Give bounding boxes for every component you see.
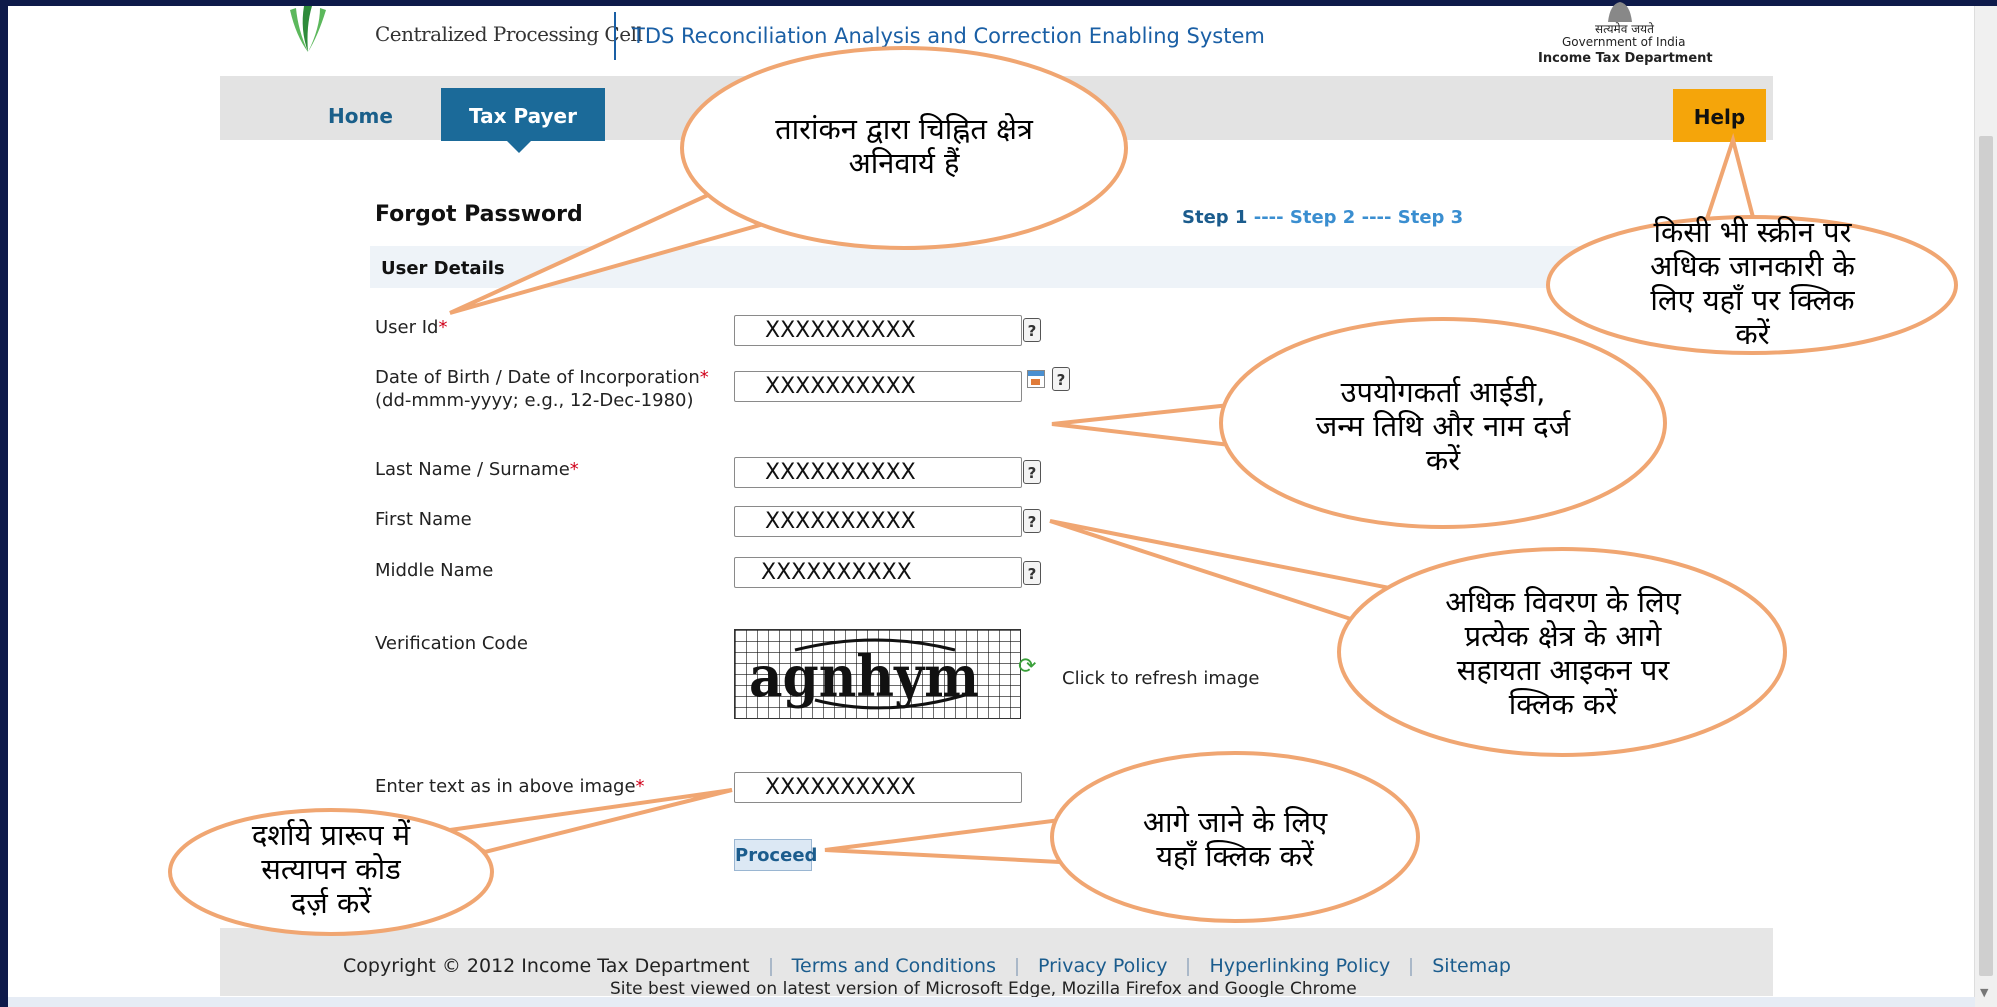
mandatory-callout-tail: [449, 192, 766, 315]
details-callout-tail: [1051, 402, 1232, 448]
help-callout-tail: [1702, 132, 1758, 227]
help-icon-callout-text: अधिक विवरण के लिए प्रत्येक क्षेत्र के आगे…: [1445, 585, 1681, 721]
mandatory-callout-text: तारांकन द्वारा चिह्नित क्षेत्र अनिवार्य ह…: [775, 112, 1033, 180]
proceed-callout-text: आगे जाने के लिए यहाँ क्लिक करें: [1142, 805, 1328, 873]
captcha-callout-text: दर्शाये प्रारूप में सत्यापन कोड दर्ज़ करें: [251, 818, 411, 920]
details-callout-text: उपयोगकर्ता आईडी, जन्म तिथि और नाम दर्ज करे…: [1315, 375, 1571, 477]
help-icon-callout-tail: [1049, 519, 1416, 625]
captcha-callout-tail: [444, 788, 733, 855]
help-callout-text: किसी भी स्क्रीन पर अधिक जानकारी के लिए यहा…: [1650, 215, 1855, 351]
proceed-callout-tail: [824, 817, 1062, 865]
